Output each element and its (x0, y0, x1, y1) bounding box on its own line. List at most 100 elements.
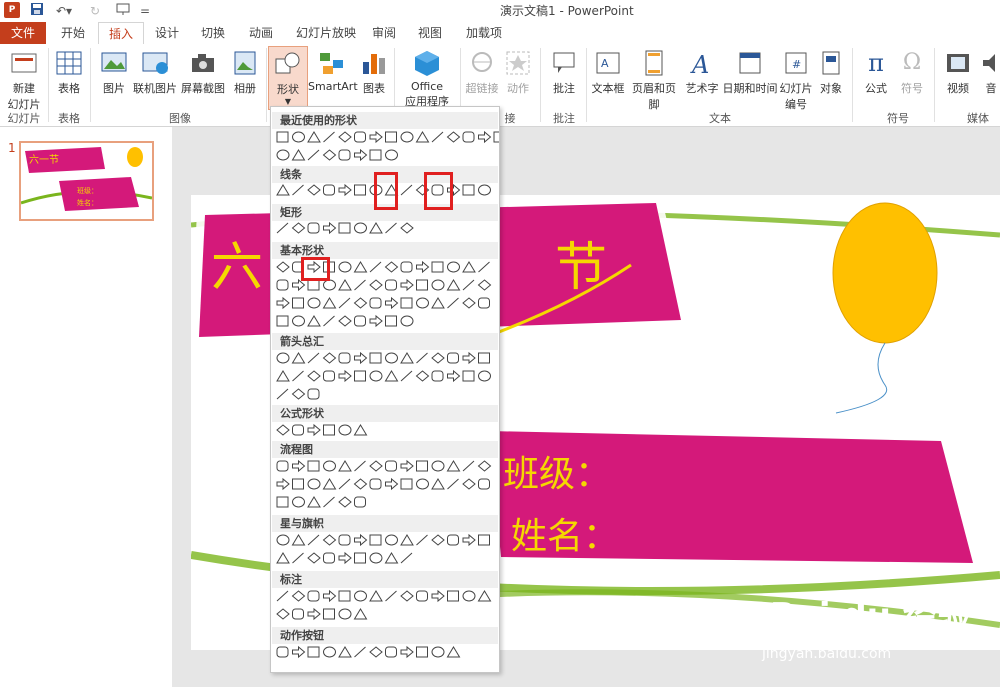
slide-thumbnail[interactable]: 六一节 班级： 姓名： (19, 141, 154, 221)
shape-option-icon[interactable] (462, 533, 476, 547)
shape-option-icon[interactable] (307, 552, 321, 564)
tab-design[interactable]: 设计 (146, 22, 188, 44)
shape-option-icon[interactable] (307, 315, 321, 327)
shape-option-icon[interactable] (307, 149, 320, 161)
datetime-button[interactable]: 日期和时间 (722, 48, 778, 96)
shape-option-icon[interactable] (276, 296, 290, 310)
shape-option-icon[interactable] (338, 149, 351, 161)
shape-option-icon[interactable] (478, 130, 492, 144)
tab-home[interactable]: 开始 (52, 22, 94, 44)
comment-button[interactable]: 批注 (546, 48, 582, 96)
shape-option-icon[interactable] (322, 149, 337, 161)
shape-option-icon[interactable] (338, 424, 352, 436)
shape-option-icon[interactable] (307, 352, 320, 364)
save-icon[interactable] (28, 2, 46, 20)
shape-option-icon[interactable] (431, 131, 444, 143)
shape-option-icon[interactable] (323, 608, 335, 620)
textbox-button[interactable]: A 文本框 (588, 48, 628, 96)
shape-option-icon[interactable] (276, 370, 290, 382)
shape-option-icon[interactable] (291, 222, 306, 234)
shape-option-icon[interactable] (354, 460, 366, 472)
shape-option-icon[interactable] (307, 534, 320, 546)
shape-option-icon[interactable] (276, 315, 289, 327)
shape-option-icon[interactable] (431, 646, 445, 658)
shape-option-icon[interactable] (400, 478, 413, 490)
shape-option-icon[interactable] (276, 496, 289, 508)
customize-toolbar-icon[interactable]: = (140, 2, 150, 20)
shape-option-icon[interactable] (291, 352, 306, 364)
shape-option-icon[interactable] (292, 552, 304, 564)
smartart-button[interactable]: SmartArt (308, 48, 358, 93)
shape-option-icon[interactable] (462, 184, 475, 196)
shape-option-icon[interactable] (431, 478, 445, 490)
shape-option-icon[interactable] (369, 279, 383, 291)
shape-option-icon[interactable] (276, 279, 289, 291)
shape-option-icon[interactable] (353, 608, 368, 620)
shape-option-icon[interactable] (446, 131, 461, 143)
shape-option-icon[interactable] (307, 607, 321, 621)
shape-option-icon[interactable] (291, 590, 306, 602)
shape-option-icon[interactable] (292, 278, 306, 292)
online-pictures-button[interactable]: 联机图片 (132, 48, 178, 96)
shape-option-icon[interactable] (338, 551, 352, 565)
equation-button[interactable]: π 公式 (858, 48, 894, 96)
shape-option-icon[interactable] (385, 149, 398, 161)
shape-option-icon[interactable] (385, 279, 397, 291)
shape-option-icon[interactable] (276, 222, 289, 234)
shape-option-icon[interactable] (276, 424, 290, 436)
shape-option-icon[interactable] (323, 221, 337, 235)
shape-option-icon[interactable] (369, 552, 383, 564)
shape-option-icon[interactable] (431, 589, 445, 603)
tab-review[interactable]: 审阅 (364, 22, 404, 44)
shape-option-icon[interactable] (354, 131, 366, 143)
shape-option-icon[interactable] (400, 131, 414, 143)
shape-option-icon[interactable] (292, 184, 304, 196)
shape-option-icon[interactable] (322, 478, 337, 490)
shape-option-icon[interactable] (307, 460, 320, 472)
start-presentation-icon[interactable] (112, 2, 136, 20)
object-button[interactable]: 对象 (816, 48, 846, 96)
new-slide-button[interactable]: 新建 幻灯片 (2, 48, 46, 112)
shape-option-icon[interactable] (462, 460, 475, 472)
office-apps-button[interactable]: Office 应用程序 (398, 48, 456, 109)
tab-transitions[interactable]: 切换 (192, 22, 234, 44)
shape-option-icon[interactable] (369, 261, 382, 273)
shape-option-icon[interactable] (446, 279, 461, 291)
shape-option-icon[interactable] (292, 370, 304, 382)
shape-option-icon[interactable] (323, 424, 335, 436)
shape-option-icon[interactable] (307, 646, 320, 658)
shape-option-icon[interactable] (400, 534, 414, 546)
shape-option-icon[interactable] (276, 149, 290, 161)
shape-option-icon[interactable] (369, 130, 383, 144)
hyperlink-button[interactable]: 超链接 (464, 48, 500, 96)
shape-option-icon[interactable] (447, 534, 459, 546)
shape-option-icon[interactable] (369, 590, 383, 602)
shape-option-icon[interactable] (307, 184, 321, 196)
shape-option-icon[interactable] (354, 184, 366, 196)
shape-option-icon[interactable] (276, 534, 290, 546)
shape-option-icon[interactable] (338, 222, 351, 234)
shape-option-icon[interactable] (416, 534, 428, 546)
powerpoint-app-icon[interactable]: P (4, 2, 20, 18)
shape-option-icon[interactable] (307, 279, 320, 291)
shape-option-icon[interactable] (478, 352, 490, 364)
shape-option-icon[interactable] (307, 297, 321, 309)
shape-option-icon[interactable] (338, 590, 351, 602)
shape-option-icon[interactable] (447, 261, 460, 273)
shape-option-icon[interactable] (354, 148, 368, 162)
shape-option-icon[interactable] (478, 534, 490, 546)
shape-option-icon[interactable] (400, 645, 414, 659)
shape-option-icon[interactable] (493, 131, 499, 143)
shape-option-icon[interactable] (307, 222, 320, 234)
shape-option-icon[interactable] (416, 460, 428, 472)
shape-option-icon[interactable] (276, 646, 289, 658)
video-button[interactable]: 视频 (940, 48, 976, 96)
shape-option-icon[interactable] (291, 388, 306, 400)
shape-option-icon[interactable] (323, 552, 335, 564)
shape-option-icon[interactable] (307, 590, 320, 602)
shape-option-icon[interactable] (292, 315, 305, 327)
shape-option-icon[interactable] (292, 608, 304, 620)
shape-option-icon[interactable] (338, 183, 352, 197)
shape-option-icon[interactable] (276, 261, 290, 273)
shape-option-icon[interactable] (322, 534, 337, 546)
